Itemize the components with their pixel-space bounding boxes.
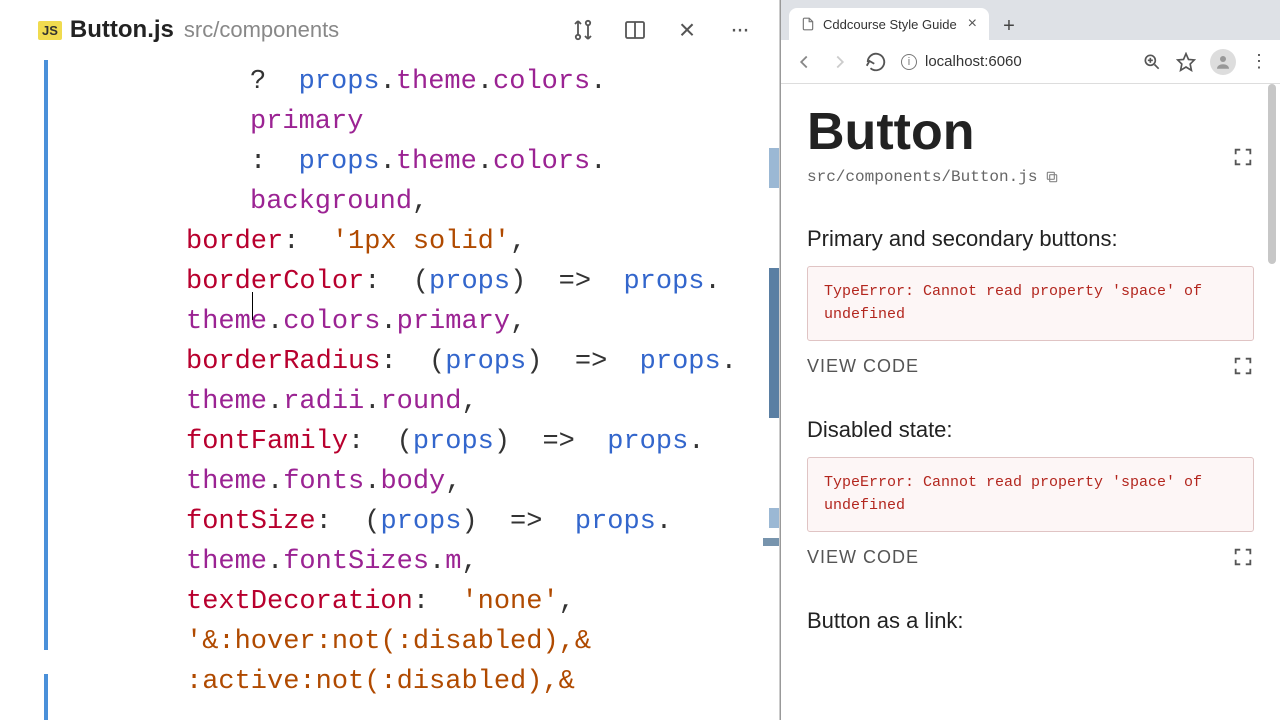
error-message: TypeError: Cannot read property 'space' … — [807, 266, 1254, 341]
code-line[interactable]: borderColor: (props) => props. — [90, 262, 769, 302]
tab-filename[interactable]: Button.js — [70, 16, 174, 44]
browser-tab[interactable]: Cddcourse Style Guide × — [789, 8, 989, 40]
url-text: localhost:6060 — [925, 53, 1022, 70]
error-message: TypeError: Cannot read property 'space' … — [807, 457, 1254, 532]
page-title: Button — [807, 102, 974, 162]
code-line[interactable]: theme.colors.primary, — [90, 302, 769, 342]
profile-avatar[interactable] — [1210, 49, 1236, 75]
site-info-icon[interactable]: i — [901, 54, 917, 70]
styleguide-page: Button src/components/Button.js Primary … — [781, 84, 1280, 720]
nav-forward-icon — [829, 51, 851, 73]
component-path: src/components/Button.js — [807, 168, 1037, 186]
section-title: Button as a link: — [807, 608, 1254, 634]
section-title: Primary and secondary buttons: — [807, 226, 1254, 252]
bookmark-icon[interactable] — [1176, 52, 1196, 72]
split-editor-icon[interactable] — [623, 18, 647, 42]
editor-tabbar: JS Button.js src/components × ··· — [0, 0, 779, 60]
reload-icon[interactable] — [865, 51, 887, 73]
code-line[interactable]: fontSize: (props) => props. — [90, 502, 769, 542]
code-line[interactable]: primary — [90, 102, 769, 142]
browser-toolbar: i localhost:6060 ⋮ — [781, 40, 1280, 84]
address-bar[interactable]: i localhost:6060 — [901, 53, 1128, 70]
text-cursor — [252, 292, 253, 320]
code-line[interactable]: border: '1px solid', — [90, 222, 769, 262]
nav-back-icon[interactable] — [793, 51, 815, 73]
code-line[interactable]: '&:hover:not(:disabled),& — [90, 622, 769, 662]
code-line[interactable]: ? props.theme.colors. — [90, 62, 769, 102]
scrollbar[interactable] — [1268, 84, 1276, 720]
browser-pane: Cddcourse Style Guide × + i localhost:60… — [780, 0, 1280, 720]
view-code-button[interactable]: VIEW CODE — [807, 356, 919, 377]
view-code-button[interactable]: VIEW CODE — [807, 547, 919, 568]
code-line[interactable]: theme.fontSizes.m, — [90, 542, 769, 582]
close-tab-icon[interactable]: × — [675, 18, 699, 42]
new-tab-button[interactable]: + — [995, 12, 1023, 40]
zoom-icon[interactable] — [1142, 52, 1162, 72]
code-line[interactable]: theme.fonts.body, — [90, 462, 769, 502]
section-title: Disabled state: — [807, 417, 1254, 443]
code-line[interactable]: : props.theme.colors. — [90, 142, 769, 182]
code-line[interactable]: theme.radii.round, — [90, 382, 769, 422]
code-line[interactable]: textDecoration: 'none', — [90, 582, 769, 622]
file-type-badge: JS — [38, 21, 62, 40]
editor-pane: JS Button.js src/components × ··· ? prop… — [0, 0, 780, 720]
copy-path-icon[interactable] — [1045, 170, 1059, 184]
tab-filepath: src/components — [184, 17, 339, 43]
fullscreen-example-icon[interactable] — [1232, 355, 1254, 377]
code-line[interactable]: background, — [90, 182, 769, 222]
code-line[interactable]: fontFamily: (props) => props. — [90, 422, 769, 462]
browser-tab-strip: Cddcourse Style Guide × + — [781, 0, 1280, 40]
more-actions-icon[interactable]: ··· — [727, 18, 751, 42]
code-editor[interactable]: ? props.theme.colors.primary: props.them… — [0, 60, 779, 720]
browser-menu-icon[interactable]: ⋮ — [1250, 51, 1268, 72]
fullscreen-example-icon[interactable] — [1232, 546, 1254, 568]
browser-tab-title: Cddcourse Style Guide — [823, 17, 957, 32]
close-browser-tab-icon[interactable]: × — [968, 15, 977, 33]
code-line[interactable]: :active:not(:disabled),& — [90, 662, 769, 702]
fullscreen-icon[interactable] — [1232, 121, 1254, 143]
page-icon — [801, 17, 815, 31]
code-line[interactable]: borderRadius: (props) => props. — [90, 342, 769, 382]
compare-changes-icon[interactable] — [571, 18, 595, 42]
